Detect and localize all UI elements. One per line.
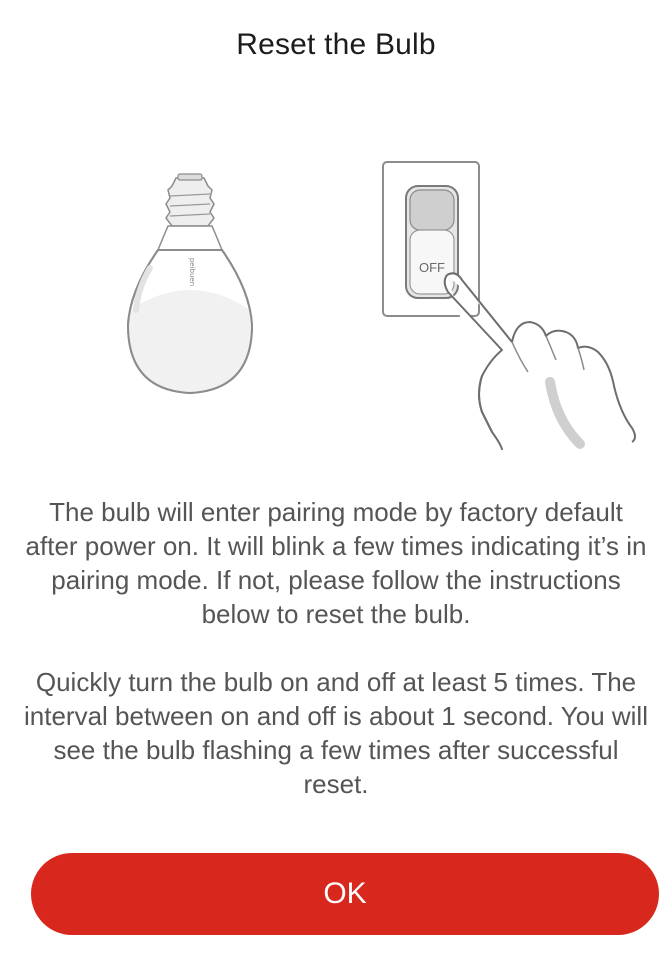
switch-off-label: OFF xyxy=(419,260,445,275)
reset-instruction: Quickly turn the bulb on and off at leas… xyxy=(24,667,648,799)
bulb-brand-text: peibuen xyxy=(188,258,196,286)
page-title: Reset the Bulb xyxy=(236,28,436,61)
pairing-mode-instruction: The bulb will enter pairing mode by fact… xyxy=(25,497,647,629)
reset-illustration: peibuen OFF xyxy=(126,161,636,451)
ok-button[interactable]: OK xyxy=(31,853,659,935)
bulb-icon: peibuen xyxy=(126,173,254,395)
wall-switch-icon: OFF xyxy=(382,161,480,317)
